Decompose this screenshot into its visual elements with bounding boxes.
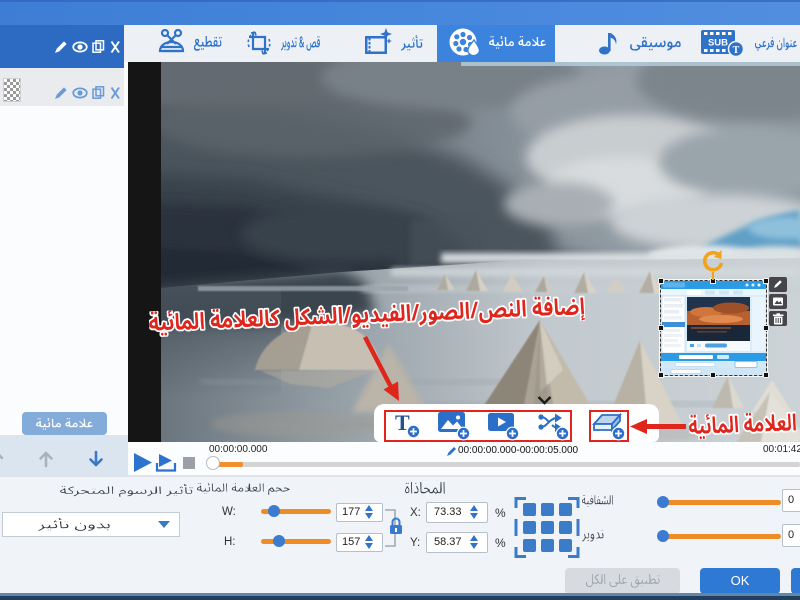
svg-text:SUB: SUB xyxy=(708,38,728,49)
svg-text:T: T xyxy=(733,45,740,56)
